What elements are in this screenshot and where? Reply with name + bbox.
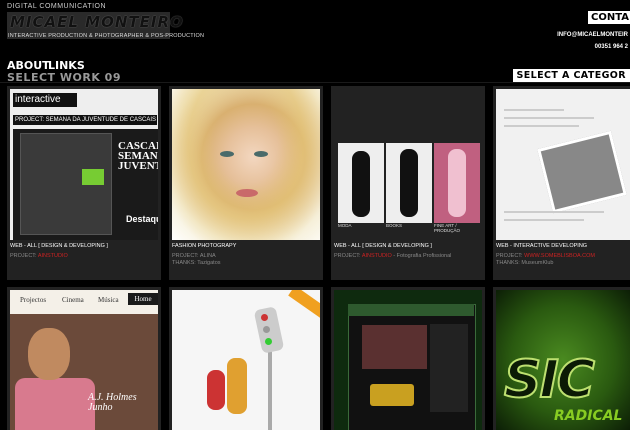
thumb-holmes-title: A.J. Holmes Junho	[88, 392, 137, 413]
work-card[interactable]: interactive PROJECT: SEMANA DA JUVENTUDE…	[7, 86, 161, 280]
thumb-green-block	[82, 169, 104, 185]
thumb-corner-ribbon	[288, 290, 320, 319]
thumb-nav-cinema: Cinema	[62, 296, 84, 304]
email-link[interactable]: INFO@MICAELMONTEIR	[557, 32, 628, 38]
thumb-caption-books: BOOKS	[386, 223, 403, 228]
thumb-lamp-amber	[263, 326, 270, 333]
thumb-destaq-label: Destaqu	[126, 214, 158, 224]
thumb-nav-projectos: Projectos	[20, 296, 47, 304]
thumb-face	[28, 328, 70, 380]
work-thanks: THANKS: MuseumKlub	[496, 260, 554, 266]
work-thumbnail[interactable]	[172, 89, 320, 240]
thumb-lamp-green	[265, 338, 272, 345]
work-thumbnail[interactable]: MODA BOOKS FINE ART / PRODUÇÃO	[334, 89, 482, 240]
work-category: WEB - INTERACTIVE DEVELOPING	[496, 243, 588, 249]
work-project: PROJECT: AINSTUDIO - Fotografia Profissi…	[334, 253, 451, 259]
thumb-shirt	[15, 378, 95, 430]
project-link[interactable]: AINSTUDIO	[362, 253, 392, 259]
work-thumbnail[interactable]: SIC RADICAL	[496, 290, 630, 430]
work-thumbnail[interactable]	[172, 290, 320, 430]
thumb-site-banner	[348, 304, 474, 316]
tagline: DIGITAL COMMUNICATION	[7, 3, 107, 10]
thumb-figure-3	[448, 149, 466, 217]
phone-number: 00351 964 2	[594, 44, 628, 50]
thumb-sic-logo: SIC	[503, 349, 596, 411]
work-thumbnail[interactable]: Projectos Cinema Música Home A.J. Holmes…	[10, 290, 158, 430]
project-link[interactable]: WWW.SOMEBLISBOA.COM	[524, 253, 595, 259]
thumb-eye-right	[254, 151, 268, 157]
thumb-lamp-red	[261, 314, 268, 321]
thumb-eye-left	[220, 151, 234, 157]
project-extra: - Fotografia Profissional	[391, 253, 452, 259]
thumb-character-2	[227, 358, 247, 414]
work-project: PROJECT: WWW.SOMEBLISBOA.COM	[496, 253, 595, 259]
thumb-site-sidebar	[430, 324, 468, 412]
project-label: PROJECT:	[172, 253, 199, 259]
header-divider	[0, 82, 630, 83]
work-thanks: THANKS: Tazigatos	[172, 260, 221, 266]
work-card[interactable]: WEB - INTERACTIVE DEVELOPING PROJECT: WW…	[493, 86, 630, 280]
thumb-text-line	[504, 125, 579, 127]
work-card[interactable]	[331, 287, 485, 430]
thumb-text-line	[504, 211, 604, 213]
thumb-traffic-pole	[268, 348, 272, 430]
project-label: PROJECT:	[334, 253, 361, 259]
thumb-character-1	[207, 370, 225, 410]
site-logo[interactable]: MICAEL MONTEIRO	[10, 13, 184, 31]
work-card[interactable]: SIC RADICAL	[493, 287, 630, 430]
work-category: WEB - ALL [ DESIGN & DEVELOPING ]	[10, 243, 108, 249]
thumb-text-line	[504, 219, 584, 221]
project-link[interactable]: ALINA	[200, 253, 216, 259]
thumb-project-label: PROJECT: SEMANA DA JUVENTUDE DE CASCAIS …	[13, 115, 158, 125]
thumb-text-line	[504, 109, 564, 111]
project-label: PROJECT:	[496, 253, 523, 259]
work-thumbnail[interactable]	[334, 290, 482, 430]
work-card[interactable]	[169, 287, 323, 430]
thumb-interactive-label: interactive	[13, 93, 77, 107]
thumb-caption-moda: MODA	[338, 223, 352, 228]
thumb-site-logo	[370, 384, 414, 406]
thumb-nav-home: Home	[128, 293, 158, 305]
work-category: WEB - ALL [ DESIGN & DEVELOPING ]	[334, 243, 432, 249]
thumb-cascais-title: CASCAIS SEMANA JUVENTUDE	[118, 140, 158, 172]
thumb-tilted-photo	[537, 130, 627, 214]
work-project: PROJECT: ALINA	[172, 253, 216, 259]
thumb-figure-2	[400, 149, 418, 217]
thumb-lips	[236, 189, 258, 197]
work-thumbnail[interactable]	[496, 89, 630, 240]
work-card[interactable]: Projectos Cinema Música Home A.J. Holmes…	[7, 287, 161, 430]
contact-button[interactable]: CONTA	[588, 11, 630, 24]
work-card[interactable]: MODA BOOKS FINE ART / PRODUÇÃO WEB - ALL…	[331, 86, 485, 280]
thumb-caption-fineart: FINE ART / PRODUÇÃO	[434, 223, 461, 233]
thumb-hair	[172, 89, 320, 240]
thumb-text-line	[504, 117, 594, 119]
work-category: FASHION PHOTOGRAPY	[172, 243, 237, 249]
select-category-button[interactable]: SELECT A CATEGOR	[512, 69, 630, 82]
project-label: PROJECT:	[10, 253, 37, 259]
work-card[interactable]: FASHION PHOTOGRAPY PROJECT: ALINA THANKS…	[169, 86, 323, 280]
thumb-figure-1	[352, 151, 370, 217]
work-project: PROJECT: AINSTUDIO	[10, 253, 68, 259]
thumb-radical-label: RADICAL	[554, 408, 623, 424]
site-subtitle: INTERACTIVE PRODUCTION & PHOTOGRAPHER & …	[8, 33, 205, 39]
project-link[interactable]: AINSTUDIO	[38, 253, 68, 259]
thumb-nav-musica: Música	[98, 296, 119, 304]
thumb-site-hero	[362, 325, 427, 369]
work-thumbnail[interactable]: interactive PROJECT: SEMANA DA JUVENTUDE…	[10, 89, 158, 240]
